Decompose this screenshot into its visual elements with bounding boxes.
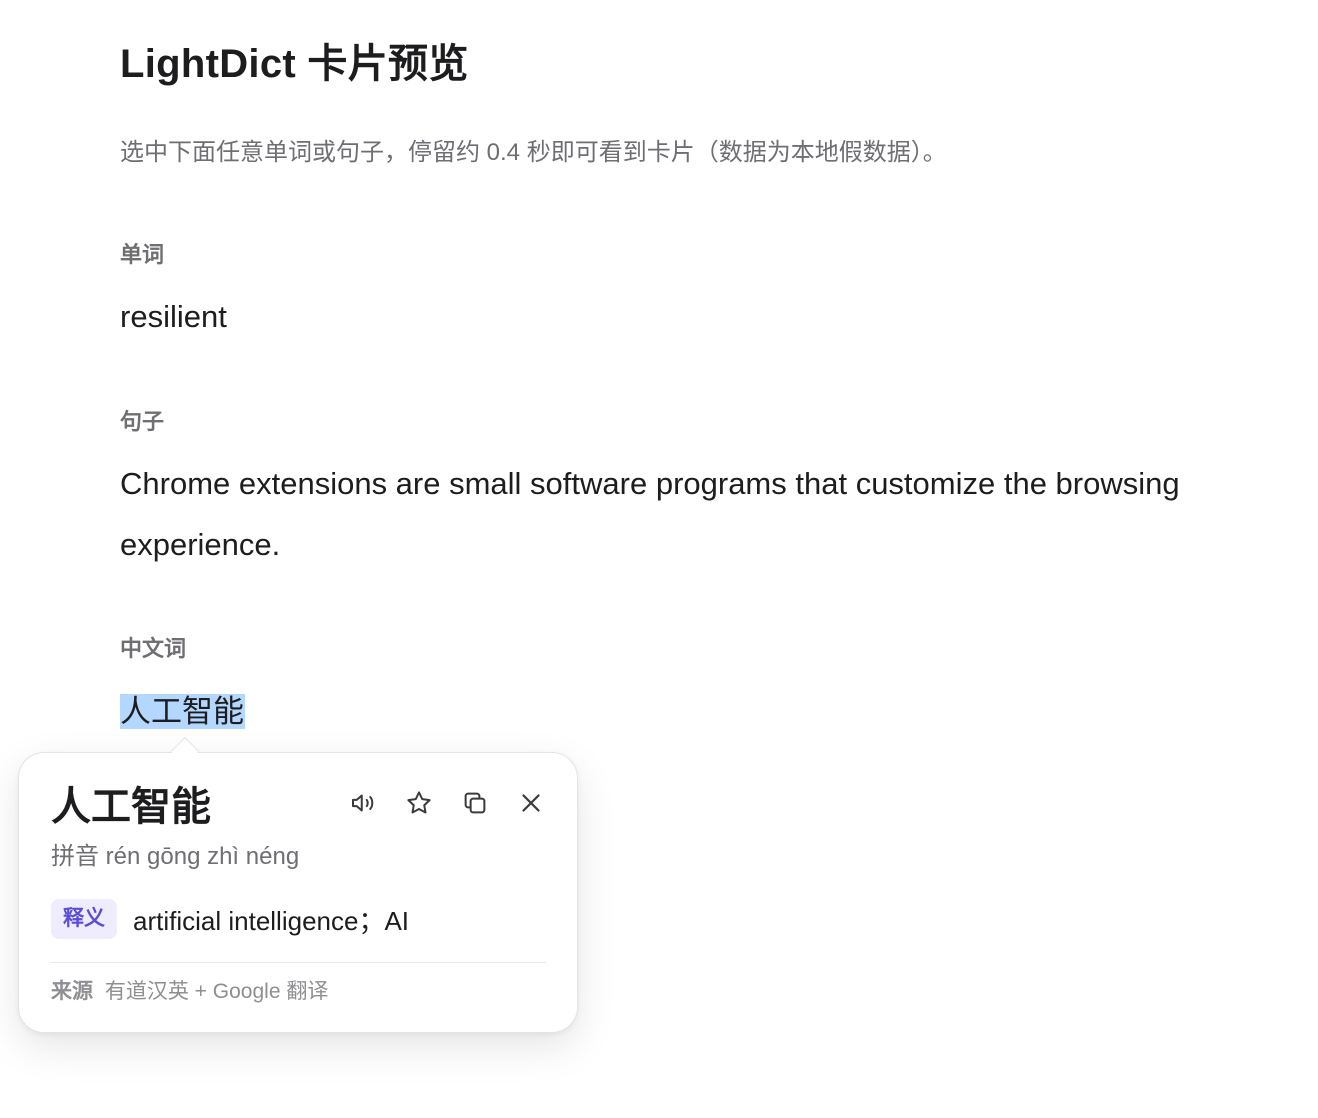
sample-word[interactable]: resilient — [120, 286, 227, 347]
copy-icon[interactable] — [457, 785, 493, 821]
section-label-word: 单词 — [120, 242, 165, 267]
dictionary-card: 人工智能 拼音 rén gōng zhì néng 释义 artificial … — [18, 752, 578, 1033]
preview-page: LightDict 卡片预览 选中下面任意单词或句子，停留约 0.4 秒即可看到… — [0, 0, 1318, 1118]
star-icon[interactable] — [401, 785, 437, 821]
meaning-row: 释义 artificial intelligence；AI — [51, 899, 409, 939]
card-headword: 人工智能 — [51, 785, 211, 829]
pinyin-label: 拼音 — [51, 843, 99, 870]
source-label: 来源 — [51, 980, 93, 1003]
card-actions — [345, 785, 549, 821]
meaning-text: artificial intelligence；AI — [133, 905, 410, 936]
card-divider — [51, 962, 546, 963]
pinyin-row: 拼音 rén gōng zhì néng — [51, 841, 299, 873]
sample-sentence[interactable]: Chrome extensions are small software pro… — [120, 453, 1280, 575]
pinyin-text: rén gōng zhì néng — [105, 843, 300, 870]
close-icon[interactable] — [513, 785, 549, 821]
section-label-sentence: 句子 — [120, 409, 165, 434]
meaning-tag: 释义 — [51, 899, 117, 939]
selected-text[interactable]: 人工智能 — [120, 694, 245, 729]
source-row: 来源 有道汉英 + Google 翻译 — [51, 977, 328, 1007]
speaker-icon[interactable] — [345, 785, 381, 821]
sample-chinese-word[interactable]: 人工智能 — [120, 681, 245, 742]
section-label-chinese: 中文词 — [120, 636, 187, 661]
source-text: 有道汉英 + Google 翻译 — [104, 980, 329, 1003]
page-subtitle: 选中下面任意单词或句子，停留约 0.4 秒即可看到卡片（数据为本地假数据）。 — [120, 139, 947, 166]
page-title: LightDict 卡片预览 — [120, 42, 469, 86]
